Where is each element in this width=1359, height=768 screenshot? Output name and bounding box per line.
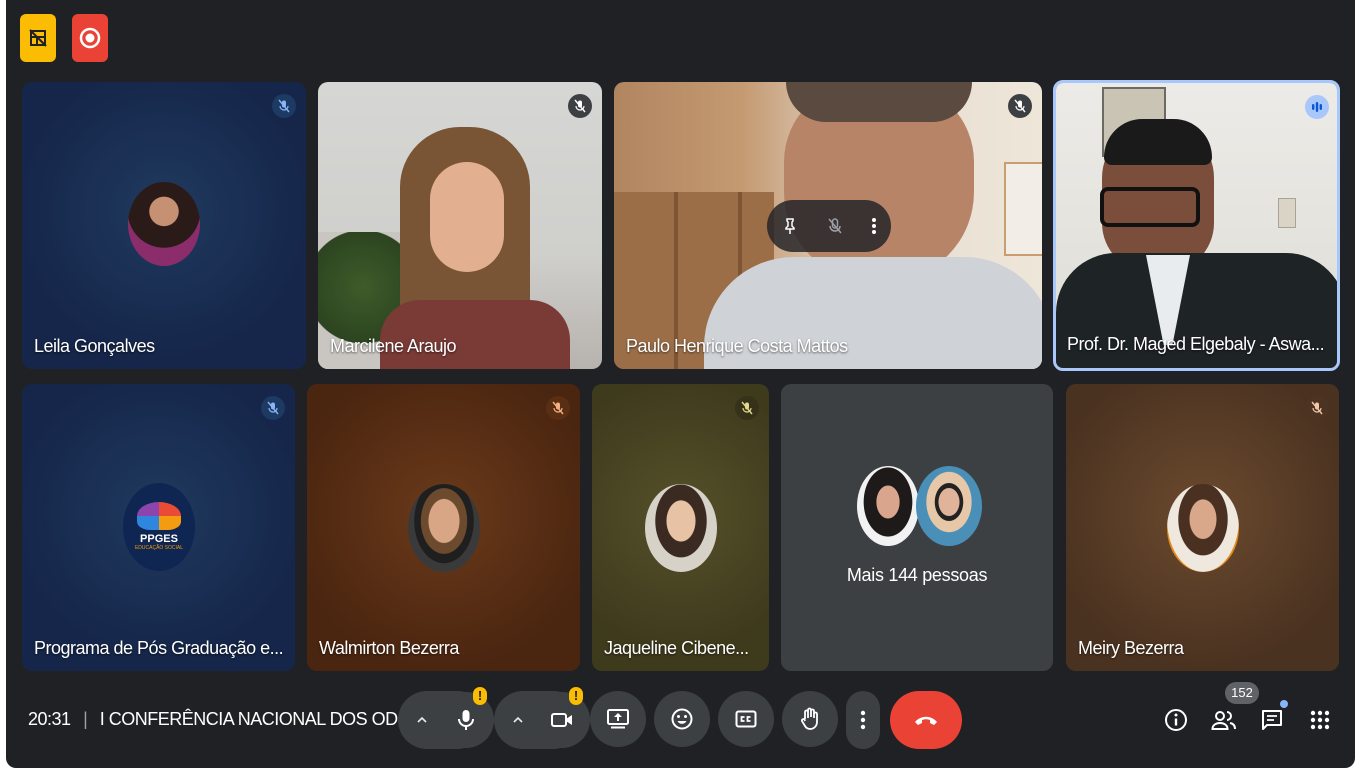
tile-overlay-controls [767,200,891,252]
raise-hand-icon [801,707,818,730]
logo-text: PPGES [140,533,178,545]
activities-button[interactable] [1304,704,1336,736]
separator: | [83,709,88,729]
meeting-info: 20:31 | I CONFERÊNCIA NACIONAL DOS OD... [28,709,412,730]
participant-tile[interactable]: Jaqueline Cibene... [592,384,769,671]
avatar [916,466,982,546]
shirt [380,300,570,369]
hair [786,82,972,122]
mic-off-icon [568,94,592,118]
raise-hand-button[interactable] [782,691,838,747]
logo-figures [137,502,181,530]
meeting-details-button[interactable] [1160,704,1192,736]
more-vert-icon[interactable] [871,217,877,235]
ppges-logo: PPGES EDUCAÇÃO SOCIAL [123,483,195,571]
clock: 20:31 [28,709,71,729]
recording-button[interactable] [72,14,108,62]
mic-off-icon [261,396,285,420]
present-screen-button[interactable] [590,691,646,747]
speaking-indicator-icon [1305,95,1329,119]
emoji-icon [671,708,693,730]
avatar [857,466,919,546]
mic-off-icon [735,396,759,420]
video-camera-icon [551,713,572,727]
people-icon [1211,711,1236,730]
captions-button[interactable] [718,691,774,747]
participant-name: Walmirton Bezerra [319,638,459,658]
participants-count-badge: 152 [1225,682,1259,704]
recording-icon [79,27,101,49]
more-options-button[interactable] [846,691,880,749]
more-participants-label: Mais 144 pessoas [846,565,988,585]
leave-call-button[interactable] [890,691,962,749]
avatar [645,484,717,572]
participant-name: Jaqueline Cibene... [604,638,749,658]
mic-warning-badge: ! [473,687,487,705]
mic-off-icon [1305,396,1329,420]
participant-name: Prof. Dr. Maged Elgebaly - Aswa... [1067,334,1325,354]
chat-button[interactable] [1256,700,1288,736]
chat-notification-dot [1280,700,1288,708]
camera-warning-badge: ! [569,687,583,705]
participant-name: Marcilene Araujo [330,336,457,356]
emoji-reaction-button[interactable] [654,691,710,747]
camera-control-group: ! [494,687,590,749]
avatar [1167,484,1239,572]
end-call-icon [915,716,937,725]
light-switch [1278,198,1296,228]
face [430,162,504,272]
participant-tile[interactable]: Leila Gonçalves [22,82,306,369]
participant-tile-active-speaker[interactable]: Prof. Dr. Maged Elgebaly - Aswa... [1053,80,1340,371]
avatar [408,484,480,572]
participant-tile[interactable]: Marcilene Araujo [318,82,602,369]
glasses [1100,187,1200,227]
chevron-up-icon[interactable] [512,714,524,726]
pin-icon[interactable] [781,217,799,235]
microphone-icon [458,710,474,730]
participant-tile[interactable]: Meiry Bezerra [1066,384,1339,671]
avatar [128,182,200,266]
logo-subtext: EDUCAÇÃO SOCIAL [134,545,184,551]
meet-window: Leila Gonçalves Marcilene Araujo Paulo H… [6,0,1355,768]
meeting-title: I CONFERÊNCIA NACIONAL DOS OD... [99,709,412,729]
participant-tile[interactable]: PPGES EDUCAÇÃO SOCIAL Programa de Pós Gr… [22,384,295,671]
mic-off-icon [1008,94,1032,118]
wall-frame [1004,162,1042,256]
people-button[interactable] [1208,704,1240,736]
mute-icon[interactable] [826,217,844,235]
more-vert-icon [860,710,866,730]
participant-tile[interactable]: Paulo Henrique Costa Mattos [614,82,1042,369]
participant-name: Leila Gonçalves [34,336,155,356]
no-layout-button[interactable] [20,14,56,62]
info-icon [1165,709,1187,731]
more-participants-tile[interactable]: Mais 144 pessoas [781,384,1053,671]
no-layout-icon [29,29,47,47]
participant-name: Meiry Bezerra [1078,638,1184,658]
mic-off-icon [546,396,570,420]
apps-grid-icon [1310,710,1330,730]
mic-control-group: ! [398,687,494,749]
present-screen-icon [607,709,629,729]
participant-name: Programa de Pós Graduação e... [34,638,284,658]
chat-icon [1262,710,1282,730]
closed-captions-icon [735,710,757,728]
mic-off-icon [272,94,296,118]
participant-name: Paulo Henrique Costa Mattos [626,336,848,356]
hair [1104,119,1212,165]
participant-tile[interactable]: Walmirton Bezerra [307,384,580,671]
chevron-up-icon[interactable] [416,714,428,726]
